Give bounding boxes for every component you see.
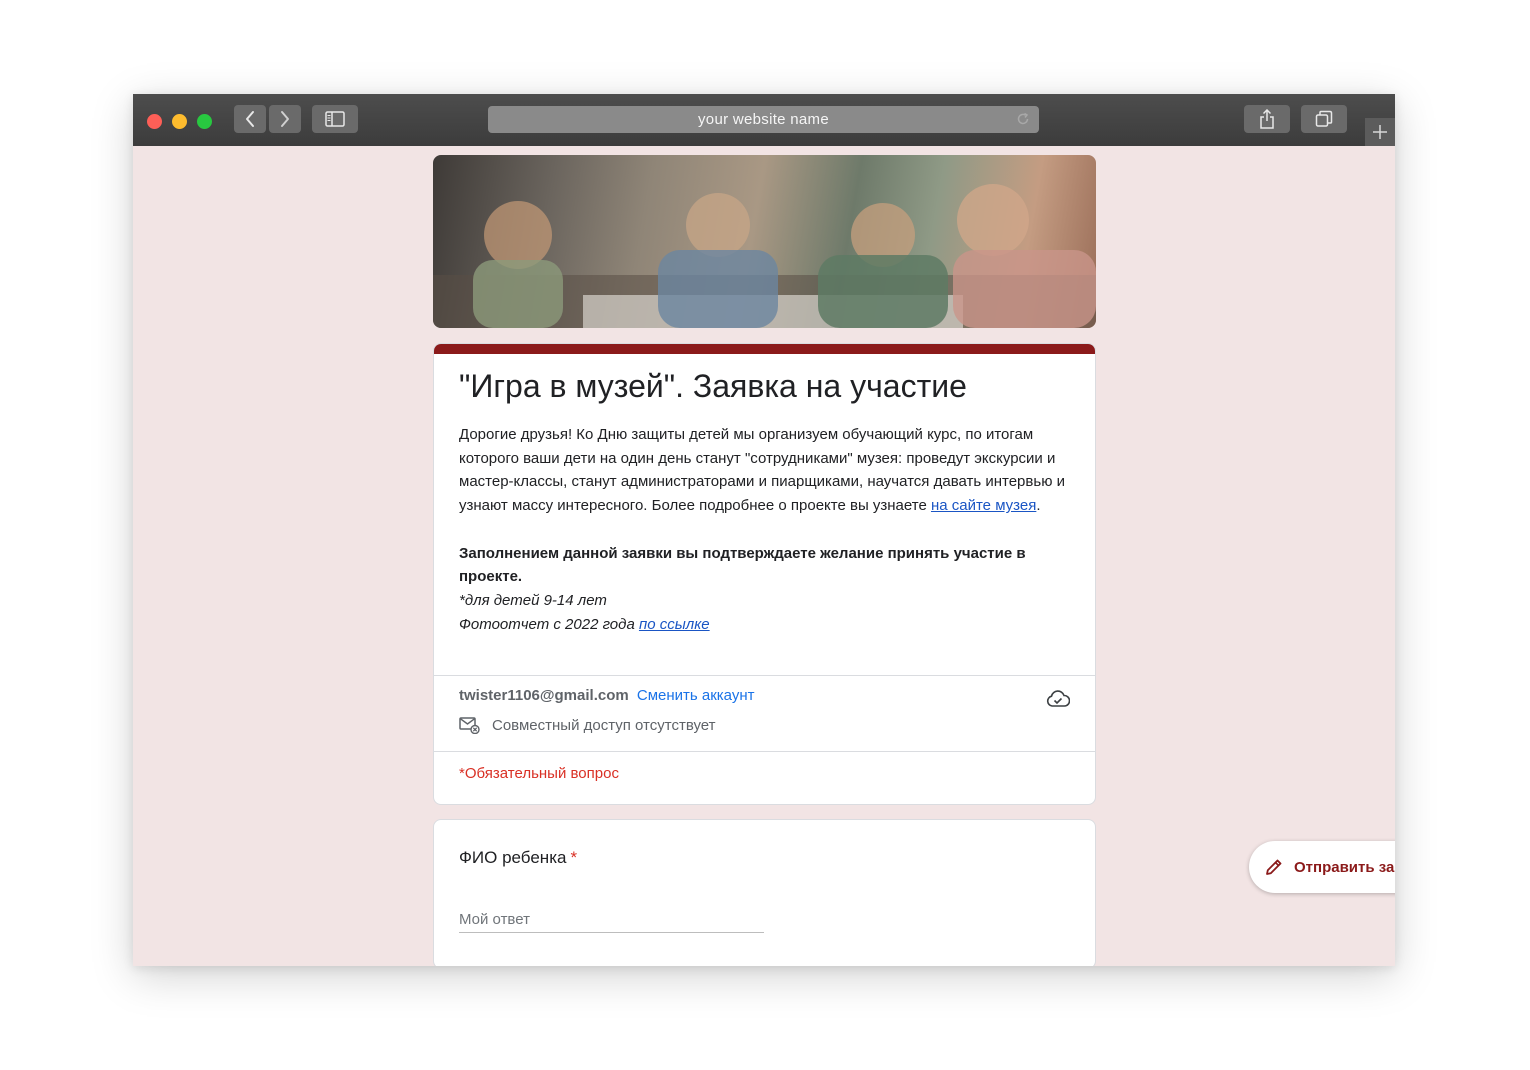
child-name-input[interactable]: [459, 906, 764, 933]
form-header-card: "Игра в музей". Заявка на участие Дороги…: [433, 343, 1096, 805]
reload-icon[interactable]: [1016, 112, 1030, 126]
close-window-button[interactable]: [147, 114, 162, 129]
minimize-window-button[interactable]: [172, 114, 187, 129]
forward-button[interactable]: [269, 105, 301, 133]
chevron-left-icon: [246, 111, 254, 127]
new-tab-button[interactable]: [1365, 118, 1395, 146]
switch-account-link[interactable]: Сменить аккаунт: [637, 687, 755, 704]
send-form-button[interactable]: Отправить заполнение: [1249, 841, 1395, 893]
form-title: "Игра в музей". Заявка на участие: [459, 368, 967, 404]
museum-site-link[interactable]: на сайте музея: [931, 497, 1036, 514]
sharing-status-text: Совместный доступ отсутствует: [492, 717, 716, 734]
plus-icon: [1373, 125, 1387, 139]
divider: [434, 751, 1095, 752]
photo-report-line: Фотоотчет с 2022 года по ссылке: [459, 613, 1079, 637]
share-button[interactable]: [1244, 105, 1290, 133]
share-icon: [1260, 109, 1274, 129]
back-button[interactable]: [234, 105, 266, 133]
tabs-icon: [1315, 110, 1333, 127]
page-content: "Игра в музей". Заявка на участие Дороги…: [133, 146, 1395, 966]
confirmation-text: Заполнением данной заявки вы подтверждае…: [459, 544, 1026, 586]
accent-bar: [434, 344, 1095, 354]
cloud-saved-icon: [1046, 690, 1070, 707]
maximize-window-button[interactable]: [197, 114, 212, 129]
form-description: Дорогие друзья! Ко Дню защиты детей мы о…: [459, 423, 1079, 636]
url-bar[interactable]: your website name: [488, 106, 1039, 133]
sidebar-toggle-button[interactable]: [312, 105, 358, 133]
url-text: your website name: [698, 111, 829, 128]
question-card: ФИО ребенка *: [433, 819, 1096, 966]
mail-blocked-icon: [459, 717, 480, 734]
divider: [434, 675, 1095, 676]
sharing-status-row: Совместный доступ отсутствует: [459, 717, 716, 734]
browser-window: your website name "Игра в музей". Заявка…: [133, 94, 1395, 966]
browser-titlebar: your website name: [133, 94, 1395, 146]
photo-report-text: Фотоотчет с 2022 года: [459, 615, 639, 633]
question-label-text: ФИО ребенка: [459, 848, 567, 867]
question-label: ФИО ребенка *: [459, 848, 577, 868]
banner-photo-illustration: [433, 184, 1096, 328]
tabs-overview-button[interactable]: [1301, 105, 1347, 133]
send-form-label: Отправить заполнение: [1294, 858, 1395, 876]
account-row: twister1106@gmail.com Сменить аккаунт: [459, 687, 755, 704]
chevron-right-icon: [281, 111, 289, 127]
account-email: twister1106@gmail.com: [459, 687, 629, 704]
required-asterisk: *: [570, 848, 578, 867]
header-banner-image: [433, 155, 1096, 328]
photo-report-link[interactable]: по ссылке: [639, 616, 710, 633]
age-note: *для детей 9-14 лет: [459, 591, 607, 609]
pencil-icon: [1266, 859, 1282, 875]
description-intro: Дорогие друзья! Ко Дню защиты детей мы о…: [459, 423, 1079, 518]
sidebar-icon: [325, 111, 345, 127]
description-intro-end: .: [1036, 497, 1041, 515]
required-note: *Обязательный вопрос: [459, 765, 619, 782]
